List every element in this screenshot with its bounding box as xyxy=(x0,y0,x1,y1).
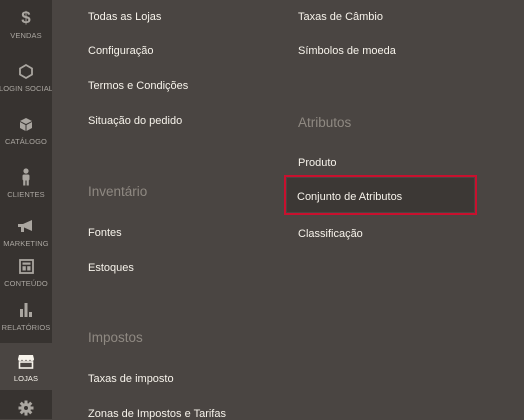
gear-icon xyxy=(18,397,34,419)
nav-item-login-social[interactable]: LOGIN SOCIAL xyxy=(0,53,54,106)
link-taxas-de-cambio[interactable]: Taxas de Câmbio xyxy=(298,11,383,23)
dollar-icon: $ xyxy=(21,8,31,27)
nav-item-lojas[interactable]: LOJAS xyxy=(0,343,52,390)
layout-icon xyxy=(18,255,34,277)
heading-inventario: Inventário xyxy=(88,184,148,199)
nav-item-sistema[interactable] xyxy=(0,392,52,419)
nav-item-clientes[interactable]: CLIENTES xyxy=(0,159,52,212)
store-icon xyxy=(17,350,35,372)
nav-item-vendas[interactable]: $ VENDAS xyxy=(0,0,52,53)
nav-label: CATÁLOGO xyxy=(5,137,47,146)
nav-label: CONTEÚDO xyxy=(4,279,48,288)
nav-label: LOJAS xyxy=(13,374,39,383)
bar-chart-icon xyxy=(19,299,33,321)
link-situacao-do-pedido[interactable]: Situação do pedido xyxy=(88,115,182,127)
nav-label: RELATÓRIOS xyxy=(1,323,51,332)
red-highlight-box xyxy=(284,175,477,215)
nav-label: VENDAS xyxy=(10,31,42,40)
link-termos-e-condicoes[interactable]: Termos e Condições xyxy=(88,80,188,92)
nav-label: LOGIN SOCIAL xyxy=(0,84,54,93)
nav-label: CLIENTES xyxy=(7,190,45,199)
hexagon-icon xyxy=(19,60,33,82)
link-todas-as-lojas[interactable]: Todas as Lojas xyxy=(88,11,161,23)
link-simbolos-de-moeda[interactable]: Símbolos de moeda xyxy=(298,45,396,57)
link-fontes[interactable]: Fontes xyxy=(88,227,122,239)
admin-sidebar: $ VENDAS LOGIN SOCIAL CATÁLOGO CLIENTES … xyxy=(0,0,54,419)
link-produto[interactable]: Produto xyxy=(298,157,337,169)
link-estoques[interactable]: Estoques xyxy=(88,262,134,274)
link-taxas-de-imposto[interactable]: Taxas de imposto xyxy=(88,373,174,385)
heading-atributos: Atributos xyxy=(298,115,352,130)
megaphone-icon xyxy=(17,215,35,237)
nav-item-catalogo[interactable]: CATÁLOGO xyxy=(0,106,52,159)
nav-item-relatorios[interactable]: RELATÓRIOS xyxy=(0,292,52,345)
person-icon xyxy=(20,166,32,188)
link-configuracao[interactable]: Configuração xyxy=(88,45,153,57)
link-zonas-de-impostos-e-tarifas[interactable]: Zonas de Impostos e Tarifas xyxy=(88,408,226,420)
heading-impostos: Impostos xyxy=(88,330,143,345)
cube-icon xyxy=(19,113,33,135)
link-classificacao[interactable]: Classificação xyxy=(298,228,363,240)
